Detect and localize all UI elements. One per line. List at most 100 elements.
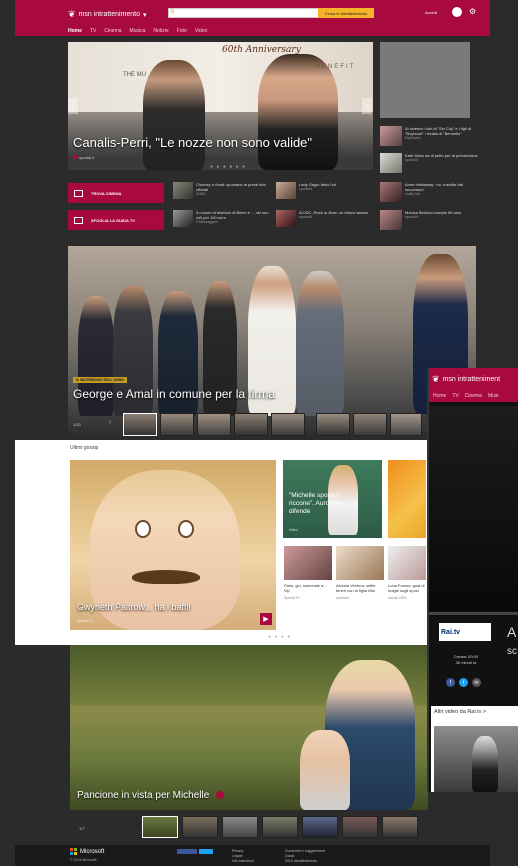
- overlay-brand-name: msn intratteniment: [442, 376, 501, 383]
- slide-dots[interactable]: ● ● ● ● ● ●: [210, 164, 246, 170]
- filmstrip-thumb[interactable]: [271, 413, 305, 436]
- michelle-card-text[interactable]: "Michelle sposa il riccone". Aurora la d…: [289, 492, 349, 516]
- nav-home[interactable]: Home: [68, 28, 82, 34]
- user-avatar-icon[interactable]: [452, 7, 462, 17]
- twitter-badge-icon[interactable]: [199, 849, 213, 854]
- filmstrip-thumb[interactable]: [262, 816, 298, 838]
- gossip-pager-dots[interactable]: ● ● ● ●: [268, 634, 291, 640]
- news-thumb: [276, 182, 296, 199]
- moustache: [132, 570, 200, 584]
- tv-guide-button[interactable]: SFOGLIA LA GUIDA TV: [68, 210, 164, 230]
- nav-foto[interactable]: Foto: [177, 28, 187, 34]
- rai-tv-logo[interactable]: Rai.tv: [439, 623, 491, 641]
- video-title-fragment: sc: [507, 646, 517, 657]
- news-thumb: [276, 210, 296, 227]
- related-videos-title[interactable]: Altri video da Rai.tv >: [434, 709, 486, 715]
- overlay-nav-cinema[interactable]: Cinema: [465, 393, 482, 399]
- pregnancy-caption[interactable]: Pancione in vista per Michelle: [77, 790, 225, 801]
- prev-arrow-button[interactable]: ‹: [68, 98, 78, 114]
- side-src: sportal.it: [405, 158, 419, 162]
- footer-link[interactable]: 2014 Intrattenimento: [285, 859, 325, 864]
- overlay-nav-musica[interactable]: Musi: [488, 393, 499, 399]
- side-list-item[interactable]: Anne Hathaway: «Io, travolta dal success…: [380, 182, 480, 204]
- facebook-icon[interactable]: f: [446, 678, 455, 687]
- email-icon[interactable]: ✉: [472, 678, 481, 687]
- video-progress-bar[interactable]: [429, 612, 518, 615]
- microsoft-logo[interactable]: Microsoft: [70, 848, 104, 855]
- news-thumb: [173, 210, 193, 227]
- hero-slideshow[interactable]: THE MU BENEFIT ‹ ›: [68, 42, 373, 170]
- video-player[interactable]: [429, 406, 518, 611]
- footer-link[interactable]: Info inserzioni: [232, 859, 254, 864]
- nav-notizie[interactable]: Notizie: [153, 28, 168, 34]
- overlay-nav-home[interactable]: Home: [433, 393, 446, 399]
- facebook-badge-icon[interactable]: [177, 849, 197, 854]
- nav-video[interactable]: Video: [195, 28, 208, 34]
- filmstrip-prev-icon[interactable]: ‹: [109, 419, 111, 426]
- news-src: sportal.it: [299, 215, 313, 219]
- nav-cinema[interactable]: Cinema: [104, 28, 121, 34]
- overlay-nav: Home TV Cinema Musi: [429, 390, 518, 402]
- twitter-icon[interactable]: t: [459, 678, 468, 687]
- find-cinema-label: TROVA CINEMA: [91, 190, 122, 196]
- find-cinema-button[interactable]: TROVA CINEMA: [68, 183, 164, 203]
- brand-name: msn intrattenimento: [78, 11, 141, 18]
- news-item[interactable]: 5 numeri di telefono di Belen è ... nel …: [173, 210, 273, 227]
- mini-photo: [388, 546, 426, 580]
- thumb-person: [472, 736, 498, 792]
- nav-tv[interactable]: TV: [90, 28, 96, 34]
- news-item[interactable]: Clooney e Amal: spuntano le prime foto u…: [173, 182, 273, 199]
- wedding-caption[interactable]: George e Amal in comune per la firma: [73, 387, 275, 401]
- tv-icon: [74, 216, 83, 224]
- tv-guide-label: SFOGLIA LA GUIDA TV: [91, 217, 135, 223]
- promo-card[interactable]: [388, 460, 426, 538]
- mini-text: Alessia Ventura, selfie teneri con la fi…: [336, 583, 376, 593]
- news-item[interactable]: Lady Gaga: falso hot sportal.it: [276, 182, 376, 199]
- overlay-msn-logo[interactable]: ❦ msn intratteniment: [432, 374, 500, 385]
- overlay-nav-tv[interactable]: TV: [452, 393, 458, 399]
- sign-in-link[interactable]: Accedi: [425, 10, 437, 15]
- side-list-item[interactable]: Monica Bellucci compie 50 anni sportal.it: [380, 210, 480, 232]
- gear-icon[interactable]: ⚙: [469, 7, 476, 16]
- gossip-mini-card[interactable]: Paris, giù, nazionale a... Vip SportalTV: [284, 546, 332, 600]
- filmstrip-thumb[interactable]: [160, 413, 194, 436]
- filmstrip-thumb[interactable]: [390, 413, 422, 436]
- filmstrip-thumb[interactable]: [302, 816, 338, 838]
- gossip-mini-card[interactable]: Luna Foresa: guai di magie sugli sposi V…: [388, 546, 426, 600]
- footer-column: Privacy Legale Info inserzioni: [232, 849, 254, 864]
- filmstrip-thumb[interactable]: [382, 816, 418, 838]
- filmstrip-thumb[interactable]: [222, 816, 258, 838]
- msn-logo[interactable]: ❦ msn intrattenimento ▾: [68, 9, 147, 20]
- michelle-src: Video: [289, 528, 298, 532]
- photo-groom: [296, 271, 344, 416]
- wall-text: THE MU: [123, 72, 146, 78]
- filmstrip-thumb[interactable]: [353, 413, 387, 436]
- gossip-caption[interactable]: Gwyneth Paltrow... ha i baffi!: [77, 602, 191, 612]
- side-thumb: [380, 153, 402, 173]
- next-arrow-button[interactable]: ›: [362, 98, 372, 114]
- microsoft-label: Microsoft: [80, 848, 105, 855]
- gossip-mini-card[interactable]: Alessia Ventura, selfie teneri con la fi…: [336, 546, 384, 600]
- filmstrip-thumb[interactable]: [234, 413, 268, 436]
- nav-musica[interactable]: Musica: [130, 28, 146, 34]
- related-video-thumb[interactable]: [434, 726, 518, 792]
- filmstrip-thumb[interactable]: [316, 413, 350, 436]
- ad-placeholder[interactable]: [380, 42, 470, 118]
- pregnancy-caption-text: Pancione in vista per Michelle: [77, 790, 210, 801]
- video-title-fragment: A: [507, 624, 517, 640]
- filmstrip-thumb[interactable]: [182, 816, 218, 838]
- side-list-item[interactable]: Al cinema i duri di "Sin City" e i figli…: [380, 126, 480, 148]
- filmstrip-thumb[interactable]: [197, 413, 231, 436]
- news-item[interactable]: AC/DC, Rock or Bust: un ritorno amaro spo…: [276, 210, 376, 227]
- photo-child: [300, 730, 350, 810]
- filmstrip-thumb[interactable]: [342, 816, 378, 838]
- banner-sub: BENEFIT: [316, 64, 356, 70]
- search-button[interactable]: Cerca in Intrattenimento: [318, 8, 374, 18]
- filmstrip-thumb[interactable]: [123, 413, 157, 436]
- filmstrip-thumb[interactable]: [142, 816, 178, 838]
- play-icon[interactable]: ▶: [260, 613, 272, 625]
- hero-caption[interactable]: Canalis-Perri, "Le nozze non sono valide…: [73, 135, 312, 150]
- wedding-slideshow[interactable]: [68, 246, 476, 439]
- pregnancy-slideshow[interactable]: [70, 645, 428, 810]
- side-list-item[interactable]: Kate Moss dà di petto per la prevenzione…: [380, 153, 480, 175]
